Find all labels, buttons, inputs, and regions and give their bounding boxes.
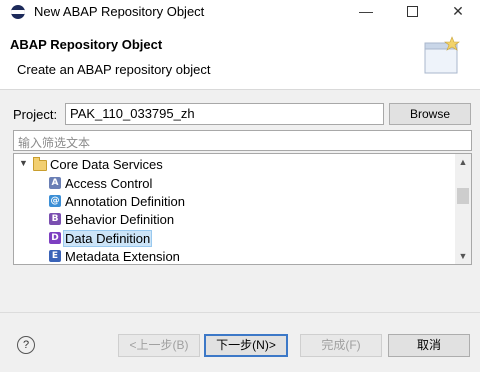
cancel-button[interactable]: 取消 — [388, 334, 470, 357]
finish-button[interactable]: 完成(F) — [300, 334, 382, 357]
minimize-button[interactable]: — — [346, 0, 386, 23]
tree-item-access-control[interactable]: A Access Control — [14, 175, 455, 193]
back-button[interactable]: <上一步(B) — [118, 334, 200, 357]
wizard-banner: ABAP Repository Object Create an ABAP re… — [0, 23, 480, 90]
tree-item-annotation-definition[interactable]: @ Annotation Definition — [14, 193, 455, 211]
scroll-thumb[interactable] — [457, 188, 469, 204]
close-button[interactable]: ✕ — [438, 0, 478, 23]
browse-button[interactable]: Browse — [389, 103, 471, 125]
project-label: Project: — [13, 107, 58, 122]
access-control-icon: A — [49, 177, 61, 189]
tree-item-label: Behavior Definition — [65, 212, 175, 227]
title-bar: New ABAP Repository Object — ✕ — [0, 0, 480, 23]
window-title: New ABAP Repository Object — [34, 4, 205, 19]
annotation-definition-icon: @ — [49, 195, 61, 207]
data-definition-icon: D — [49, 232, 61, 244]
help-icon[interactable]: ? — [17, 336, 35, 354]
banner-description: Create an ABAP repository object — [17, 62, 211, 77]
tree-item-label: Access Control — [65, 176, 153, 191]
wizard-graphic-icon — [424, 36, 460, 74]
project-field[interactable]: PAK_110_033795_zh — [65, 103, 384, 125]
maximize-button[interactable] — [392, 0, 432, 23]
tree-item-label: Metadata Extension — [65, 249, 180, 264]
tree-scrollbar[interactable]: ▲ ▼ — [455, 154, 471, 264]
tree-item-label: Annotation Definition — [65, 194, 185, 209]
scroll-up-icon[interactable]: ▲ — [455, 154, 471, 170]
tree-folder-core-data-services[interactable]: ▼ Core Data Services — [14, 156, 455, 174]
tree-folder-label: Core Data Services — [50, 157, 163, 172]
tree-item-label: Data Definition — [62, 230, 153, 247]
folder-open-icon — [33, 157, 47, 171]
filter-input[interactable]: 输入筛选文本 — [13, 130, 472, 151]
chevron-down-icon[interactable]: ▼ — [19, 158, 28, 168]
banner-title: ABAP Repository Object — [10, 37, 163, 52]
object-type-tree[interactable]: ▼ Core Data Services A Access Control @ … — [13, 153, 472, 265]
next-button[interactable]: 下一步(N)> — [204, 334, 288, 357]
metadata-extension-icon: E — [49, 250, 61, 262]
scroll-down-icon[interactable]: ▼ — [455, 248, 471, 264]
tree-item-data-definition[interactable]: D Data Definition — [14, 230, 455, 248]
maximize-icon — [406, 5, 418, 17]
footer-separator — [0, 312, 480, 313]
eclipse-app-icon — [11, 5, 25, 19]
behavior-definition-icon: B — [49, 213, 61, 225]
tree-item-behavior-definition[interactable]: B Behavior Definition — [14, 211, 455, 229]
tree-item-metadata-extension[interactable]: E Metadata Extension — [14, 248, 455, 264]
